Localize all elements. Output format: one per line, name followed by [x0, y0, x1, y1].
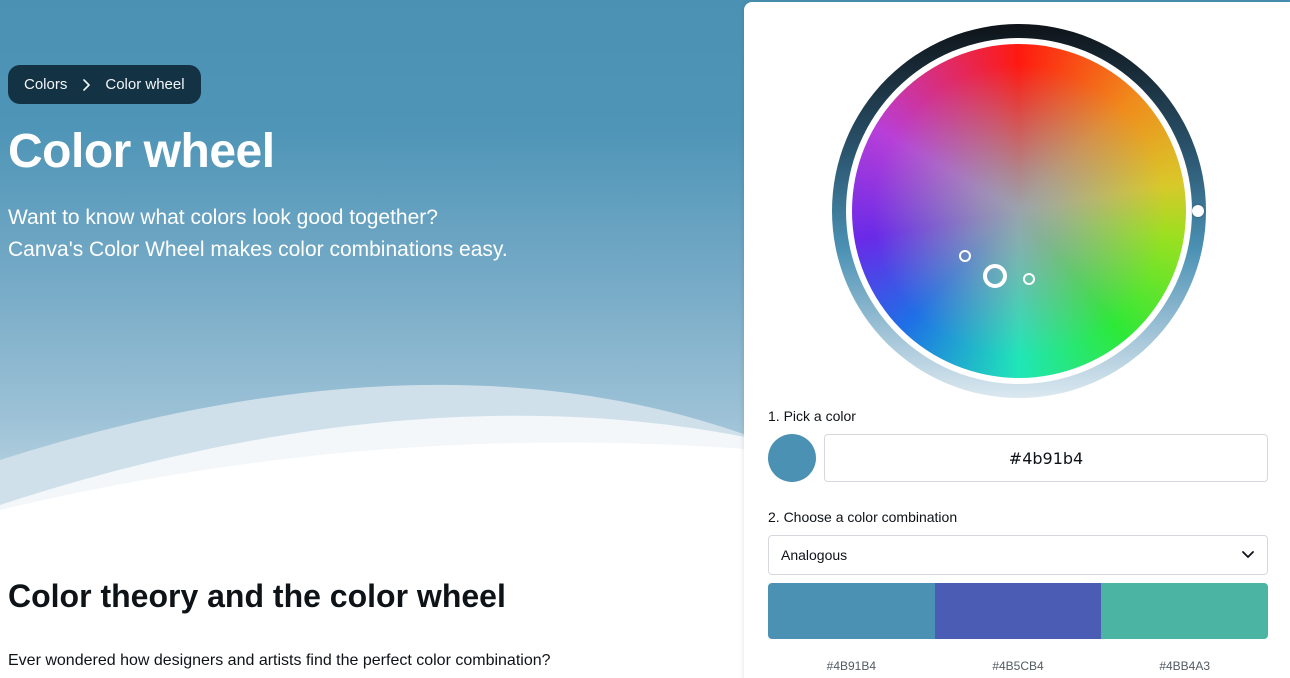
breadcrumb-colors-link[interactable]: Colors — [24, 76, 67, 93]
breadcrumb: Colors Color wheel — [8, 65, 201, 104]
hero-description: Want to know what colors look good toget… — [8, 206, 508, 261]
breadcrumb-current: Color wheel — [105, 76, 185, 93]
chevron-right-icon — [81, 78, 91, 91]
palette-swatch-3[interactable] — [1101, 583, 1268, 639]
pick-color-label: 1. Pick a color — [768, 408, 856, 424]
palette-hex-labels: #4B91B4 #4B5CB4 #4BB4A3 — [768, 659, 1268, 673]
page: Colors Color wheel Color wheel Want to k… — [0, 0, 1290, 678]
palette-swatch-2[interactable] — [934, 583, 1102, 639]
brightness-handle[interactable] — [1192, 205, 1204, 217]
color-wheel[interactable] — [832, 24, 1206, 398]
palette-hex-1[interactable]: #4B91B4 — [768, 659, 935, 673]
combination-selected-value: Analogous — [781, 547, 848, 563]
analogous-handle-1[interactable] — [959, 250, 971, 262]
page-title: Color wheel — [8, 125, 275, 178]
hex-color-input[interactable] — [824, 434, 1268, 482]
section-text: Ever wondered how designers and artists … — [8, 652, 551, 669]
analogous-handle-2[interactable] — [1023, 273, 1035, 285]
color-palette — [768, 583, 1268, 639]
palette-swatch-1[interactable] — [768, 583, 935, 639]
main-color-handle[interactable] — [983, 264, 1007, 288]
color-preview-swatch[interactable] — [768, 434, 816, 482]
palette-hex-3[interactable]: #4BB4A3 — [1101, 659, 1268, 673]
hue-wheel[interactable] — [852, 44, 1186, 378]
palette-hex-2[interactable]: #4B5CB4 — [935, 659, 1102, 673]
chevron-down-icon — [1241, 550, 1255, 560]
section-title: Color theory and the color wheel — [8, 578, 506, 614]
color-wheel-tool: 1. Pick a color 2. Choose a color combin… — [744, 2, 1290, 678]
combination-label: 2. Choose a color combination — [768, 509, 958, 525]
combination-select[interactable]: Analogous — [768, 535, 1268, 575]
